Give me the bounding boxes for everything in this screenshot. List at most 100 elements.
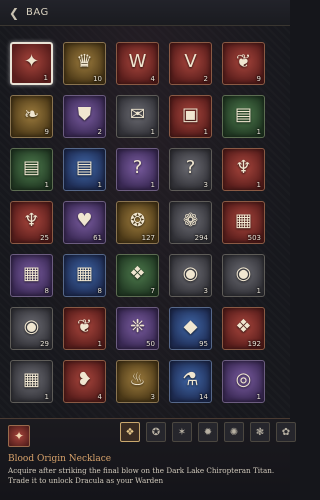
red-book-icon: ▣	[181, 103, 199, 125]
red-necklace-icon: ❥	[76, 368, 93, 390]
inventory-slot[interactable]: ❖ 192	[222, 307, 265, 350]
inventory-slot[interactable]: ❦ 1	[63, 307, 106, 350]
blue-gem-icon: ◆	[183, 315, 198, 337]
item-count: 9	[256, 75, 261, 83]
item-count: 294	[194, 234, 208, 242]
blue-book-icon: ▤	[75, 156, 93, 178]
inventory-slot[interactable]: ▤ 1	[10, 148, 53, 191]
item-count: 7	[150, 287, 155, 295]
inventory-slot[interactable]: ❦ 9	[222, 42, 265, 85]
item-count: 4	[97, 393, 102, 401]
inventory-slot[interactable]: ▣ 1	[169, 95, 212, 138]
item-count: 14	[199, 393, 208, 401]
inventory-slot[interactable]: ♆ 25	[10, 201, 53, 244]
shield-w-icon: W	[128, 50, 147, 72]
crest-tab-icon[interactable]: ✶	[172, 422, 192, 442]
item-count: 503	[247, 234, 261, 242]
back-arrow-icon[interactable]: ❮	[6, 5, 22, 21]
wing-tab-icon[interactable]: ❃	[250, 422, 270, 442]
item-count: 1	[256, 393, 261, 401]
mask-tab-icon[interactable]: ✹	[198, 422, 218, 442]
silver-ring-icon: ◎	[235, 368, 252, 390]
silver-coin-icon: ◉	[23, 315, 40, 337]
inventory-slot[interactable]: ▤ 1	[222, 95, 265, 138]
item-count: 1	[150, 181, 155, 189]
goblet-icon: ♆	[235, 156, 252, 178]
inventory-slot[interactable]: ◉ 29	[10, 307, 53, 350]
inventory-slot[interactable]: ◉ 1	[222, 254, 265, 297]
category-tabs: ❖ ✪ ✶ ✹ ✺ ❃ ✿	[120, 422, 296, 442]
item-count: 25	[40, 234, 49, 242]
inventory-slot[interactable]: ❖ 7	[116, 254, 159, 297]
silver-coin-icon: ◉	[182, 262, 199, 284]
inventory-slot[interactable]: ? 3	[169, 148, 212, 191]
item-count: 8	[97, 287, 102, 295]
green-book-icon: ▤	[22, 156, 40, 178]
inventory-slot[interactable]: ✉ 1	[116, 95, 159, 138]
item-count: 8	[44, 287, 49, 295]
item-count: 1	[97, 181, 102, 189]
selected-item-thumbnail: ✦	[8, 425, 30, 447]
inventory-slot[interactable]: ⛊ 2	[63, 95, 106, 138]
cloak-tab-icon[interactable]: ✿	[276, 422, 296, 442]
item-count: 3	[150, 393, 155, 401]
shield-v-icon: V	[184, 50, 197, 72]
inventory-slot[interactable]: ❈ 50	[116, 307, 159, 350]
inventory-slot[interactable]: ◎ 1	[222, 360, 265, 403]
gear-tab-icon[interactable]: ✪	[146, 422, 166, 442]
inventory-slot[interactable]: ❁ 294	[169, 201, 212, 244]
item-count: 9	[44, 128, 49, 136]
silver-coin-icon: ◉	[235, 262, 252, 284]
inventory-slot[interactable]: ♨ 3	[116, 360, 159, 403]
crest-emblem-icon: ✦	[23, 50, 40, 72]
inventory-slot[interactable]: ▦ 503	[222, 201, 265, 244]
inventory-slot[interactable]: ♥ 61	[63, 201, 106, 244]
inventory-slot[interactable]: ❧ 9	[10, 95, 53, 138]
item-count: 2	[97, 128, 102, 136]
coins-tab-icon[interactable]: ✺	[224, 422, 244, 442]
bat-wing-icon: ❧	[23, 103, 40, 125]
inventory-grid: ✦ 1 ♛ 10 W 4 V 2 ❦ 9 ❧ 9 ⛊ 2 ✉ 1 ▣ 1 ▤ 1 ▤ 1 ▤ 1? 1? 3 ♆ 1 ♆ 25 ♥ 61 ❂ 12…	[10, 42, 265, 403]
inventory-slot[interactable]: V2	[169, 42, 212, 85]
item-count: 95	[199, 340, 208, 348]
inventory-slot[interactable]: ▦ 1	[10, 360, 53, 403]
inventory-slot[interactable]: ◆ 95	[169, 307, 212, 350]
crown-emblem-icon: ♛	[76, 50, 93, 72]
orange-potion-icon: ♨	[129, 368, 146, 390]
scroll-icon: ✉	[129, 103, 146, 125]
blue-chest-icon: ▦	[75, 262, 93, 284]
green-book-icon: ▤	[234, 103, 252, 125]
item-count: 50	[146, 340, 155, 348]
red-crystal-icon: ❖	[235, 315, 252, 337]
inventory-slot[interactable]: ❂ 127	[116, 201, 159, 244]
silver-chest-icon: ▦	[22, 368, 40, 390]
item-count: 1	[97, 340, 102, 348]
item-count: 1	[44, 181, 49, 189]
mushroom-icon: ❁	[182, 209, 199, 231]
inventory-slot[interactable]: ▦ 8	[10, 254, 53, 297]
inventory-slot[interactable]: W4	[116, 42, 159, 85]
item-count: 1	[256, 181, 261, 189]
inventory-slot[interactable]: ▦ 8	[63, 254, 106, 297]
item-count: 61	[93, 234, 102, 242]
item-count: 1	[150, 128, 155, 136]
item-description-panel: ✦ ❖ ✪ ✶ ✹ ✺ ❃ ✿ Blood Origin Necklace Acquire …	[0, 418, 296, 500]
inventory-slot[interactable]: ✦ 1	[10, 42, 53, 85]
page-title: BAG	[26, 7, 49, 18]
item-count: 1	[256, 287, 261, 295]
inventory-slot[interactable]: ❥ 4	[63, 360, 106, 403]
all-items-tab-icon[interactable]: ❖	[120, 422, 140, 442]
inventory-slot[interactable]: ♛ 10	[63, 42, 106, 85]
header-bar: ❮ BAG	[0, 0, 290, 26]
mystery-book-icon: ?	[132, 156, 143, 178]
green-bag-icon: ❖	[129, 262, 146, 284]
item-description: Acquire after striking the final blow on…	[8, 466, 275, 485]
inventory-slot[interactable]: ⚗ 14	[169, 360, 212, 403]
mystery-book-icon: ?	[185, 156, 196, 178]
inventory-slot[interactable]: ♆ 1	[222, 148, 265, 191]
inventory-slot[interactable]: ◉ 3	[169, 254, 212, 297]
item-count: 2	[203, 75, 208, 83]
item-count: 3	[203, 287, 208, 295]
inventory-slot[interactable]: ? 1	[116, 148, 159, 191]
inventory-slot[interactable]: ▤ 1	[63, 148, 106, 191]
